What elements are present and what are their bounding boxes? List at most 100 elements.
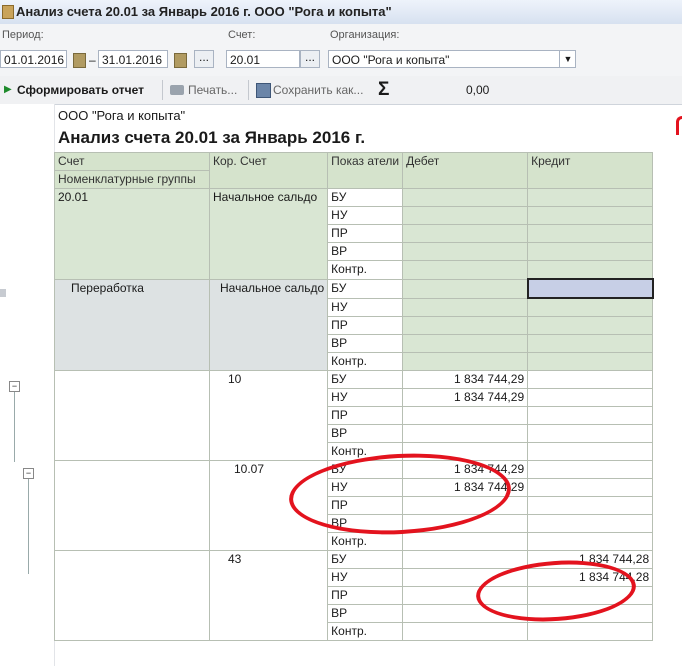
row-debit (402, 242, 529, 261)
table-row: 10 БУ 1 834 744,29 (54, 370, 654, 461)
row-indicator: ВР (327, 334, 404, 353)
print-button[interactable]: Печать... (188, 83, 237, 97)
row-indicator: НУ (327, 206, 404, 225)
selected-cell (526, 278, 654, 299)
row-debit (402, 224, 529, 243)
period-label: Период: (2, 29, 44, 41)
period-from-field[interactable]: 01.01.2016 (0, 50, 67, 68)
row-account (54, 460, 210, 551)
row-credit (527, 206, 654, 225)
row-debit (402, 297, 529, 317)
row-corr-account: 10 (208, 370, 329, 461)
row-credit (527, 188, 654, 207)
period-dash: – (89, 53, 96, 67)
row-indicator: ВР (327, 424, 404, 443)
row-credit (527, 622, 654, 641)
row-group-gutter: − − (0, 104, 55, 666)
row-credit (527, 316, 654, 335)
row-credit (527, 388, 654, 407)
row-debit (402, 352, 529, 371)
row-corr-account: Начальное сальдо (208, 188, 329, 280)
header-debit: Дебет (402, 152, 529, 189)
report-organization: ООО "Рога и копыта" (58, 108, 186, 123)
row-credit (527, 406, 654, 425)
tree-line (28, 479, 29, 574)
row-indicator: НУ (327, 388, 404, 407)
row-indicator: Контр. (327, 532, 404, 551)
row-credit (527, 352, 654, 371)
printer-icon (170, 85, 184, 95)
row-credit (527, 242, 654, 261)
chevron-down-icon[interactable]: ▼ (559, 50, 576, 68)
row-credit (527, 442, 654, 461)
row-credit (527, 532, 654, 551)
row-indicator: ПР (327, 224, 404, 243)
row-indicator: ВР (327, 242, 404, 261)
row-credit (527, 224, 654, 243)
organization-field[interactable]: ООО "Рога и копыта" (328, 50, 576, 68)
calendar-icon[interactable] (174, 53, 187, 68)
sum-value: 0,00 (466, 83, 490, 97)
report-toolbar: ▶ Сформировать отчет Печать... Сохранить… (0, 76, 682, 105)
tree-collapse-icon[interactable]: − (23, 468, 34, 479)
header-credit: Кредит (527, 152, 654, 189)
row-indicator: НУ (327, 568, 404, 587)
account-field[interactable]: 20.01 (226, 50, 300, 68)
row-debit: 1 834 744,29 (402, 388, 529, 407)
row-debit (402, 278, 529, 299)
row-credit (527, 334, 654, 353)
row-debit (402, 206, 529, 225)
row-debit (402, 316, 529, 335)
row-indicator: БУ (327, 550, 404, 569)
generate-report-button[interactable]: Сформировать отчет (17, 83, 144, 97)
row-indicator: БУ (327, 278, 404, 299)
parameters-panel: Период: 01.01.2016 – 31.01.2016 ... Счет… (0, 24, 682, 76)
row-debit (402, 188, 529, 207)
row-debit: 1 834 744,29 (402, 370, 529, 389)
row-credit (527, 460, 654, 479)
row-account (54, 370, 210, 461)
row-credit (527, 496, 654, 515)
row-credit (527, 297, 654, 317)
table-row: 20.01 Начальное сальдо БУ (54, 188, 654, 280)
row-debit (402, 532, 529, 551)
period-to-field[interactable]: 31.01.2016 (98, 50, 168, 68)
report-title: Анализ счета 20.01 за Январь 2016 г. (58, 128, 366, 147)
row-indicator: ПР (327, 406, 404, 425)
row-debit (402, 622, 529, 641)
row-account: 20.01 (54, 188, 210, 280)
row-account: Переработка (54, 278, 210, 371)
row-debit (402, 406, 529, 425)
period-select-button[interactable]: ... (194, 50, 214, 68)
window-title: Анализ счета 20.01 за Январь 2016 г. ООО… (16, 4, 392, 19)
row-debit (402, 260, 529, 280)
organization-label: Организация: (330, 29, 400, 41)
row-corr-account: 43 (208, 550, 329, 641)
row-indicator: Контр. (327, 352, 404, 371)
row-corr-account: Начальное сальдо (208, 278, 329, 371)
table-row: Переработка Начальное сальдо БУ (54, 278, 654, 371)
row-credit (527, 514, 654, 533)
row-indicator: ВР (327, 604, 404, 623)
sum-icon[interactable]: Σ (378, 79, 389, 101)
row-indicator: Контр. (327, 260, 404, 280)
row-debit (402, 334, 529, 353)
header-corr-account: Кор. Счет (208, 152, 329, 189)
tree-collapse-icon[interactable]: − (9, 381, 20, 392)
calendar-icon[interactable] (73, 53, 86, 68)
row-indicator: БУ (327, 370, 404, 389)
toolbar-divider (162, 80, 163, 100)
row-credit (527, 424, 654, 443)
row-indicator: ПР (327, 586, 404, 605)
row-indicator: Контр. (327, 622, 404, 641)
row-indicator: НУ (327, 297, 404, 317)
header-account: Счет (54, 152, 210, 171)
save-as-button[interactable]: Сохранить как... (273, 83, 363, 97)
account-label: Счет: (228, 29, 256, 41)
row-indicator: ПР (327, 316, 404, 335)
row-indicator: БУ (327, 188, 404, 207)
row-credit (527, 370, 654, 389)
row-debit (402, 550, 529, 569)
account-select-button[interactable]: ... (300, 50, 320, 68)
header-indicators: Показ атели (327, 152, 404, 189)
